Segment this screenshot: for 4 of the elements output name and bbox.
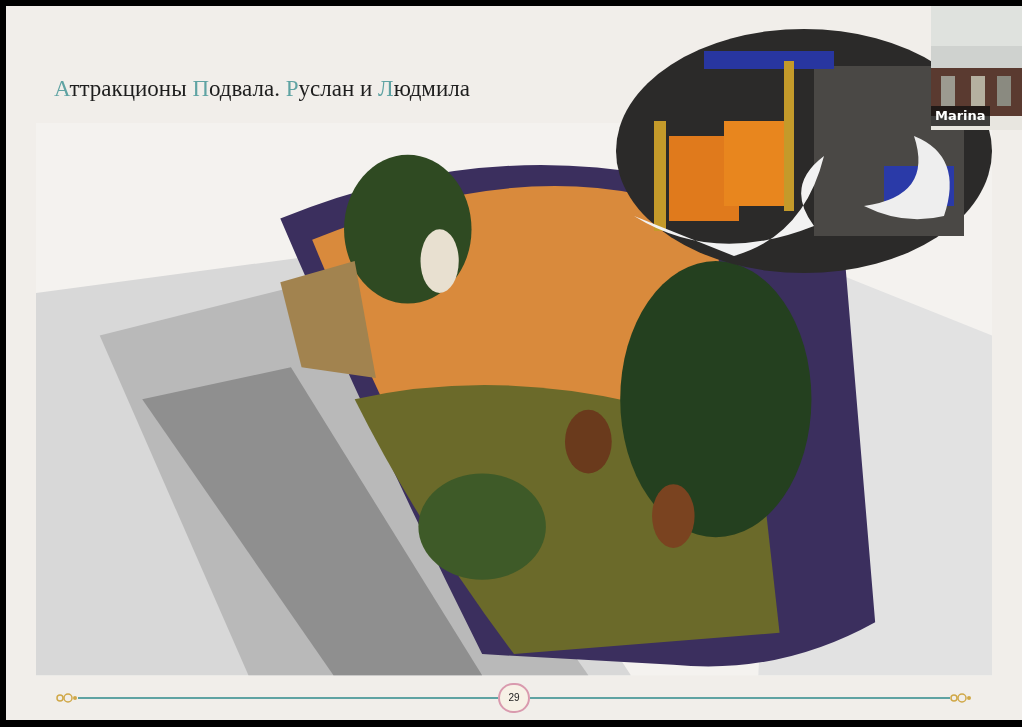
ornament-icon [950, 691, 972, 704]
page-number: 29 [508, 691, 520, 706]
ornament-icon [56, 691, 78, 704]
slide-title: Аттракционы Подвала. Руслан и Людмила [54, 75, 470, 103]
